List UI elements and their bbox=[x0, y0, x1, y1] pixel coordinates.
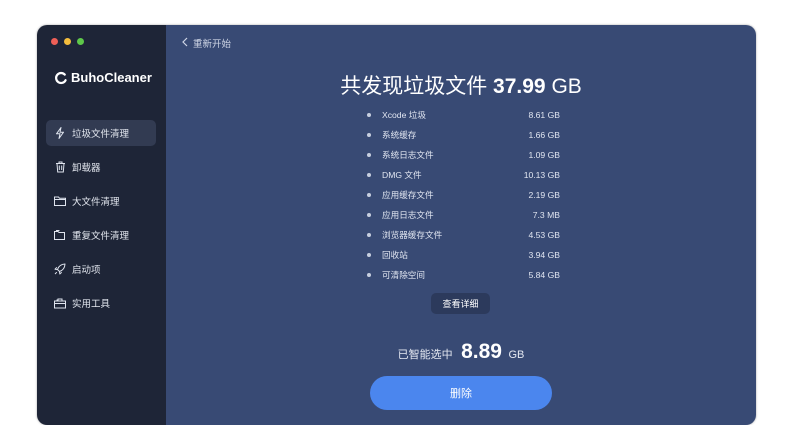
junk-category-list: Xcode 垃圾 8.61 GB 系统缓存 1.66 GB 系统日志文件 1.0… bbox=[367, 105, 560, 285]
bolt-icon bbox=[54, 127, 66, 139]
list-item: 应用日志文件 7.3 MB bbox=[367, 205, 560, 225]
list-item: DMG 文件 10.13 GB bbox=[367, 165, 560, 185]
list-item: 回收站 3.94 GB bbox=[367, 245, 560, 265]
sidebar: BuhoCleaner 垃圾文件清理 卸载器 大文件清理 重复文件清理 启动项 … bbox=[37, 25, 166, 425]
sidebar-item-junk-cleanup[interactable]: 垃圾文件清理 bbox=[46, 120, 156, 146]
folder-icon bbox=[54, 195, 66, 207]
total-junk-unit: GB bbox=[551, 75, 582, 98]
restart-button[interactable]: 重新开始 bbox=[182, 36, 231, 50]
item-size: 10.13 GB bbox=[523, 170, 560, 180]
bullet-icon bbox=[367, 113, 371, 117]
restart-label: 重新开始 bbox=[193, 39, 232, 50]
zoom-window-button[interactable] bbox=[77, 38, 84, 45]
sidebar-item-utilities[interactable]: 实用工具 bbox=[46, 290, 156, 316]
item-name: 可清除空间 bbox=[382, 270, 425, 280]
list-item: 浏览器缓存文件 4.53 GB bbox=[367, 225, 560, 245]
item-name: DMG 文件 bbox=[382, 170, 422, 180]
smart-selection-summary: 已智能选中 8.89 GB bbox=[166, 340, 756, 364]
item-size: 1.66 GB bbox=[528, 130, 560, 140]
app-brand: BuhoCleaner bbox=[54, 70, 152, 85]
item-name: 应用缓存文件 bbox=[382, 190, 434, 200]
scan-result-title: 共发现垃圾文件 37.99 GB bbox=[166, 70, 756, 100]
bullet-icon bbox=[367, 153, 371, 157]
list-item: 应用缓存文件 2.19 GB bbox=[367, 185, 560, 205]
selection-unit: GB bbox=[508, 349, 525, 361]
sidebar-item-label: 卸载器 bbox=[72, 163, 101, 174]
item-name: 应用日志文件 bbox=[382, 210, 434, 220]
duplicate-folder-icon bbox=[54, 229, 66, 241]
item-size: 7.3 MB bbox=[532, 210, 560, 220]
sidebar-item-large-files[interactable]: 大文件清理 bbox=[46, 188, 156, 214]
item-size: 1.09 GB bbox=[528, 150, 560, 160]
app-window: BuhoCleaner 垃圾文件清理 卸载器 大文件清理 重复文件清理 启动项 … bbox=[37, 25, 756, 425]
bullet-icon bbox=[367, 253, 371, 257]
bullet-icon bbox=[367, 173, 371, 177]
sidebar-item-uninstaller[interactable]: 卸载器 bbox=[46, 154, 156, 180]
window-controls bbox=[51, 38, 84, 45]
app-name: BuhoCleaner bbox=[71, 70, 152, 85]
list-item: 系统缓存 1.66 GB bbox=[367, 125, 560, 145]
chevron-left-icon bbox=[182, 37, 188, 50]
item-size: 3.94 GB bbox=[528, 250, 560, 260]
buho-logo-icon bbox=[54, 71, 68, 85]
sidebar-item-label: 垃圾文件清理 bbox=[72, 129, 130, 140]
item-name: 系统日志文件 bbox=[382, 150, 434, 160]
selection-value: 8.89 bbox=[461, 340, 502, 363]
item-name: Xcode 垃圾 bbox=[382, 110, 426, 120]
bullet-icon bbox=[367, 233, 371, 237]
list-item: Xcode 垃圾 8.61 GB bbox=[367, 105, 560, 125]
bullet-icon bbox=[367, 133, 371, 137]
minimize-window-button[interactable] bbox=[64, 38, 71, 45]
total-junk-value: 37.99 bbox=[493, 75, 546, 98]
item-size: 2.19 GB bbox=[528, 190, 560, 200]
bullet-icon bbox=[367, 193, 371, 197]
rocket-icon bbox=[54, 263, 66, 275]
bullet-icon bbox=[367, 273, 371, 277]
item-size: 8.61 GB bbox=[528, 110, 560, 120]
item-name: 系统缓存 bbox=[382, 130, 417, 140]
selection-label: 已智能选中 bbox=[397, 349, 453, 361]
sidebar-item-label: 重复文件清理 bbox=[72, 231, 130, 242]
close-window-button[interactable] bbox=[51, 38, 58, 45]
item-size: 5.84 GB bbox=[528, 270, 560, 280]
bullet-icon bbox=[367, 213, 371, 217]
view-details-button[interactable]: 查看详细 bbox=[431, 293, 490, 314]
sidebar-item-startup-items[interactable]: 启动项 bbox=[46, 256, 156, 282]
item-name: 回收站 bbox=[382, 250, 408, 260]
item-size: 4.53 GB bbox=[528, 230, 560, 240]
sidebar-item-label: 大文件清理 bbox=[72, 197, 120, 208]
item-name: 浏览器缓存文件 bbox=[382, 230, 443, 240]
sidebar-nav: 垃圾文件清理 卸载器 大文件清理 重复文件清理 启动项 实用工具 bbox=[46, 120, 156, 324]
sidebar-item-label: 实用工具 bbox=[72, 299, 111, 310]
title-prefix: 共发现垃圾文件 bbox=[340, 75, 488, 98]
sidebar-item-duplicate-files[interactable]: 重复文件清理 bbox=[46, 222, 156, 248]
list-item: 系统日志文件 1.09 GB bbox=[367, 145, 560, 165]
list-item: 可清除空间 5.84 GB bbox=[367, 265, 560, 285]
delete-button[interactable]: 删除 bbox=[370, 376, 552, 410]
sidebar-item-label: 启动项 bbox=[72, 265, 101, 276]
main-panel: 重新开始 共发现垃圾文件 37.99 GB Xcode 垃圾 8.61 GB 系… bbox=[166, 25, 756, 425]
toolbox-icon bbox=[54, 297, 66, 309]
trash-icon bbox=[54, 161, 66, 173]
